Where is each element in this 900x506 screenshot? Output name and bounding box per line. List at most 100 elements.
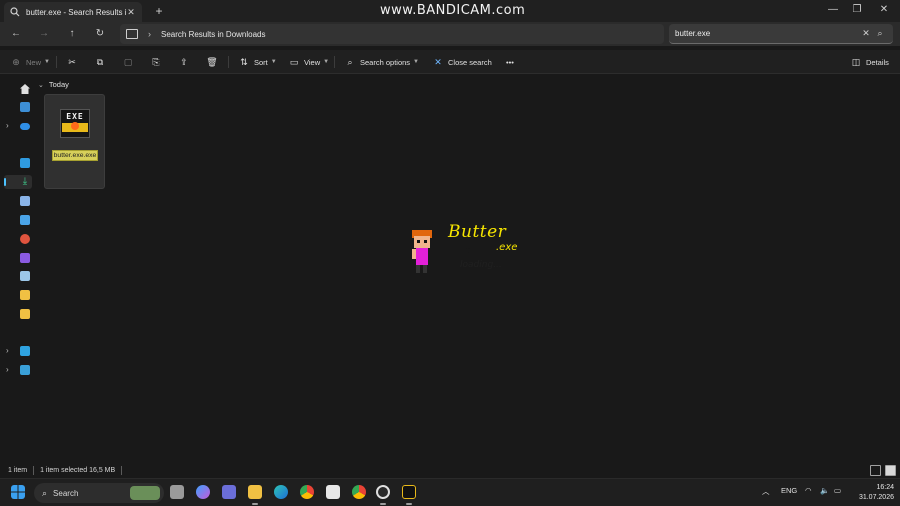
view-label: View [304,57,321,67]
copilot-icon[interactable] [196,485,210,499]
cut-button[interactable]: ✂ [66,54,82,70]
windows-start-icon[interactable] [11,485,25,499]
delete-icon: 🗑 [206,57,218,67]
more-options-button[interactable]: ••• [506,54,514,70]
nav-item-home[interactable] [4,82,32,96]
nav-item-documents[interactable] [4,194,32,208]
clock[interactable]: 16:24 31.07.2026 [852,483,894,503]
search-input-value[interactable]: butter.exe [675,29,859,38]
volume-icon[interactable]: 🔈 [820,486,829,495]
chevron-right-icon[interactable]: › [6,346,9,355]
this-pc-icon [20,346,30,356]
butter-exe-icon[interactable] [402,485,416,499]
nav-item-folder[interactable] [4,288,32,302]
sort-icon: ⇅ [240,57,248,67]
monitor-icon [126,29,138,39]
home-icon [20,84,30,94]
new-label: New [26,57,42,67]
new-tab-button[interactable]: + [152,4,166,18]
divider [228,56,229,68]
tab-search-results[interactable]: butter.exe - Search Results in ✕ [4,2,142,22]
nav-item-pictures[interactable] [4,213,32,227]
delete-button[interactable]: 🗑 [206,54,222,70]
exe-file-icon: EXE [60,109,90,138]
view-button[interactable]: ▭ View ▼ [288,54,329,70]
close-tab-icon[interactable]: ✕ [126,7,136,18]
folder-icon [20,309,30,319]
bandicam-record-icon[interactable] [376,485,390,499]
back-button[interactable]: ← [9,27,23,41]
chevron-right-icon[interactable]: › [148,29,151,39]
task-view-icon[interactable] [170,485,184,499]
splash-exe: .exe [496,242,518,253]
refresh-button[interactable]: ↻ [93,27,107,41]
splash-loading: loading... [460,260,502,270]
more-icon: ••• [506,57,514,67]
nav-item-recycle[interactable] [4,269,32,283]
search-input[interactable]: butter.exe ✕ ⌕ [669,24,893,44]
address-box[interactable]: › Search Results in Downloads [120,24,664,44]
restore-button[interactable]: ❐ [850,3,864,17]
details-view-button[interactable] [870,465,881,476]
nav-item-folder[interactable] [4,307,32,321]
new-button[interactable]: ⊕ New ▼ [10,54,50,70]
battery-icon[interactable]: ▭ [834,486,841,495]
chevron-right-icon[interactable]: › [6,121,9,130]
splash-title: Butter [448,222,507,242]
nav-item-music[interactable] [4,232,32,246]
rename-field[interactable]: butter.exe.exe [52,150,98,161]
gallery-icon [20,102,30,112]
cut-icon: ✂ [68,57,76,67]
store-icon[interactable] [326,485,340,499]
rename-button[interactable]: ⎘ [150,54,166,70]
nav-item-onedrive[interactable]: › [4,119,32,133]
paste-button[interactable]: ▢ [122,54,138,70]
command-bar: ⊕ New ▼ ✂ ⧉ ▢ ⎘ ⇪ 🗑 ⇅ Sort ▼ ▭ View ▼ ⌕ … [0,50,900,74]
clear-search-icon[interactable]: ✕ [859,28,873,39]
taskbar-search-label: Search [53,488,79,498]
clock-date: 31.07.2026 [858,494,894,501]
taskbar-search[interactable]: ⌕ Search [34,483,164,503]
onedrive-icon [20,123,30,130]
chevron-right-icon[interactable]: › [6,365,9,374]
chevron-down-icon: ⌄ [38,81,44,89]
details-button[interactable]: ◫ Details [850,54,889,70]
file-explorer-icon[interactable] [248,485,262,499]
edge-icon[interactable] [274,485,288,499]
up-button[interactable]: ↑ [65,27,79,41]
copy-icon: ⧉ [96,57,104,67]
folder-icon [20,290,30,300]
nav-item-downloads[interactable]: ⤓ [4,175,32,189]
minimize-button[interactable]: — [826,3,840,17]
selection-info: 1 item selected 16,5 MB [40,466,116,474]
close-window-button[interactable]: ✕ [877,3,891,17]
nav-item-desktop[interactable] [4,156,32,170]
desktop-icon [20,158,30,168]
share-button[interactable]: ⇪ [178,54,194,70]
search-options-button[interactable]: ⌕ Search options ▼ [344,54,419,70]
chrome-icon[interactable] [352,485,366,499]
splash-is: Is [462,246,470,256]
forward-button[interactable]: → [37,27,51,41]
language-indicator[interactable]: ENG [781,486,797,495]
breadcrumb[interactable]: Search Results in Downloads [161,30,266,39]
nav-item-this-pc[interactable]: › [4,344,32,358]
search-options-icon: ⌕ [347,57,353,67]
nav-item-network[interactable]: › [4,363,32,377]
search-icon[interactable]: ⌕ [873,28,887,39]
wifi-icon[interactable]: ◠ [805,486,812,495]
show-hidden-icons-icon[interactable]: ︿ [762,486,770,497]
sort-button[interactable]: ⇅ Sort ▼ [238,54,277,70]
group-header-today[interactable]: ⌄ Today [38,80,69,89]
details-pane-icon: ◫ [851,57,861,67]
address-bar-row: ← → ↑ ↻ › Search Results in Downloads bu… [0,22,900,46]
close-search-button[interactable]: ✕ Close search [432,54,492,70]
copy-button[interactable]: ⧉ [94,54,110,70]
large-icons-view-button[interactable] [885,465,896,476]
nav-item-videos[interactable] [4,251,32,265]
teams-icon[interactable] [222,485,236,499]
item-count: 1 item [8,466,28,474]
file-item[interactable]: EXE butter.exe.exe [44,94,105,189]
nav-item-gallery[interactable] [4,100,32,114]
chrome-icon[interactable] [300,485,314,499]
